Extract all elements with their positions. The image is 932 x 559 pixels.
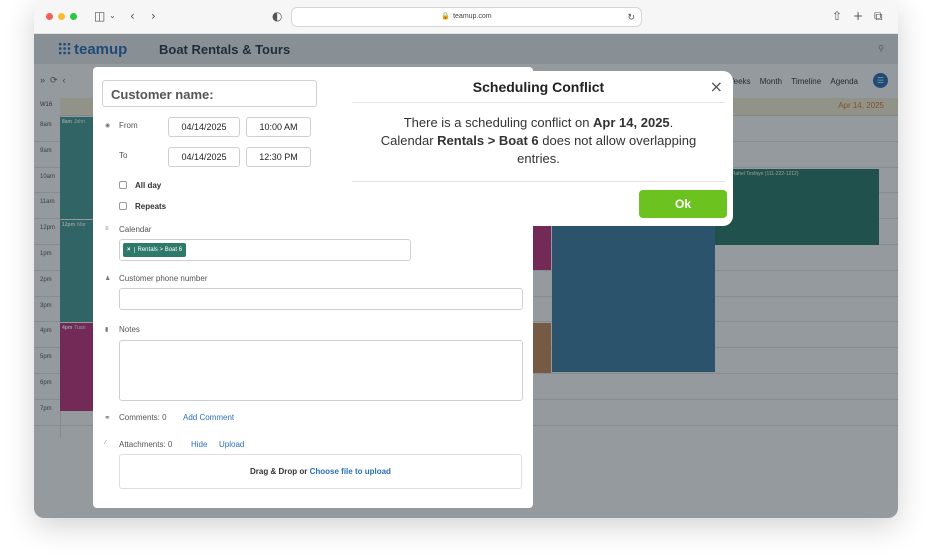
message-text: does not allow overlapping entries. (517, 133, 697, 166)
notes-textarea[interactable] (119, 340, 523, 401)
dropzone-text: Drag & Drop or (250, 467, 308, 476)
minimize-window-button[interactable] (58, 13, 65, 20)
url-text: teamup.com (453, 13, 492, 20)
dialog-title: Scheduling Conflict (472, 79, 605, 95)
attachments-count: Attachments: 0 (119, 440, 173, 449)
notes-icon: ▮ (105, 327, 109, 333)
reload-icon[interactable]: ↻ (627, 8, 635, 26)
paperclip-icon: ∕ (105, 440, 107, 446)
tabs-icon[interactable]: ⧉ (874, 9, 883, 23)
add-comment-link[interactable]: Add Comment (183, 413, 234, 422)
repeats-checkbox[interactable] (119, 202, 127, 210)
calendar-label: Calendar (119, 225, 152, 234)
file-dropzone[interactable]: Drag & Drop or Choose file to upload (119, 454, 522, 489)
all-day-label: All day (135, 181, 162, 190)
close-icon[interactable]: × (710, 77, 723, 96)
phone-label: Customer phone number (119, 274, 208, 283)
remove-chip-icon[interactable]: × (127, 247, 135, 253)
from-label: From (119, 121, 138, 130)
dialog-message: There is a scheduling conflict on Apr 14… (360, 114, 717, 168)
back-icon[interactable]: ‹ (130, 9, 135, 23)
to-time-field[interactable]: 12:30 PM (246, 147, 311, 167)
from-time-field[interactable]: 10:00 AM (246, 117, 311, 137)
hide-attachments-link[interactable]: Hide (191, 440, 207, 449)
message-text: Calendar (380, 133, 438, 148)
browser-toolbar: ◫ ⌄ ‹ › ◐ 🔒 teamup.com ↻ ⇧ + ⧉ (34, 0, 898, 34)
sidebar-icon[interactable]: ◫ (94, 9, 105, 23)
person-icon: ♟ (105, 276, 111, 282)
ok-button[interactable]: Ok (639, 190, 727, 218)
dialog-divider (352, 181, 725, 182)
calendar-list-icon: ≡ (105, 226, 109, 232)
scheduling-conflict-dialog: Scheduling Conflict × There is a schedul… (344, 71, 733, 226)
message-text: There is a scheduling conflict on (403, 115, 594, 130)
calendar-name: Rentals > Boat 6 (437, 133, 539, 148)
from-date-field[interactable]: 04/14/2025 (168, 117, 240, 137)
address-bar[interactable]: 🔒 teamup.com ↻ (291, 7, 642, 27)
all-day-checkbox[interactable] (119, 181, 127, 189)
calendar-chip: × Rentals > Boat 6 (123, 243, 187, 257)
shield-icon[interactable]: ◐ (272, 9, 282, 23)
customer-name-input[interactable]: Customer name: (102, 80, 317, 107)
calendar-select[interactable]: × Rentals > Boat 6 (119, 239, 411, 261)
upload-link[interactable]: Upload (219, 440, 244, 449)
dialog-divider (352, 102, 725, 103)
repeats-label: Repeats (135, 202, 167, 211)
chip-label: Rentals > Boat 6 (137, 247, 183, 253)
to-label: To (119, 151, 128, 160)
forward-icon[interactable]: › (151, 9, 156, 23)
new-tab-icon[interactable]: + (853, 9, 863, 23)
browser-window: ◫ ⌄ ‹ › ◐ 🔒 teamup.com ↻ ⇧ + ⧉ teamup Boa… (34, 0, 898, 518)
notes-label: Notes (119, 325, 140, 334)
close-window-button[interactable] (46, 13, 53, 20)
clock-icon: ◉ (105, 123, 111, 129)
chevron-down-icon[interactable]: ⌄ (109, 9, 116, 23)
zoom-window-button[interactable] (70, 13, 77, 20)
phone-input[interactable] (119, 288, 523, 310)
message-text: . (669, 115, 674, 130)
lock-icon: 🔒 (441, 13, 451, 20)
conflict-date: Apr 14, 2025 (593, 115, 670, 130)
to-date-field[interactable]: 04/14/2025 (168, 147, 240, 167)
share-icon[interactable]: ⇧ (832, 9, 842, 23)
choose-file-link[interactable]: Choose file to upload (310, 467, 391, 476)
comments-count: Comments: 0 (119, 413, 167, 422)
comment-icon: ⚭ (104, 413, 111, 422)
